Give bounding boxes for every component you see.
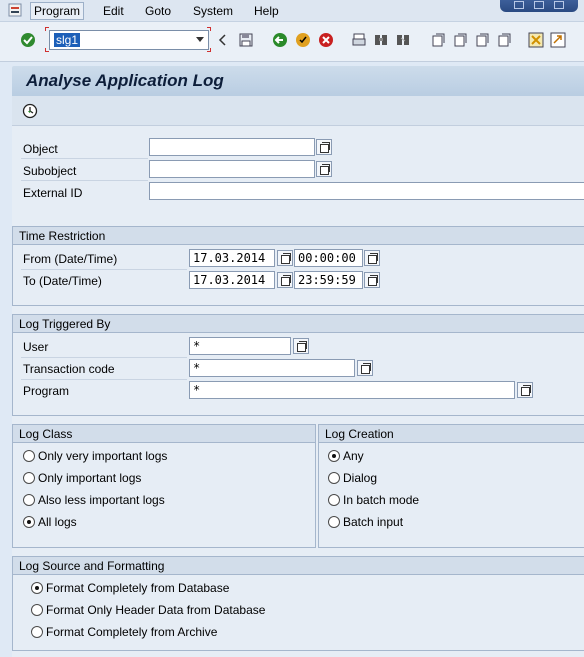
log-creation-radio-any[interactable] [328,450,340,462]
subobject-value-help-icon[interactable] [316,161,332,177]
execute-icon[interactable] [22,103,38,119]
log-triggered-by-group: Log Triggered By User * Transaction code… [12,314,584,416]
log-class-group: Log Class Only very important logs Only … [12,424,316,548]
log-creation-group: Log Creation Any Dialog In batch mode Ba… [318,424,584,548]
title-bar: Analyse Application Log [12,66,584,96]
page-title: Analyse Application Log [26,71,224,90]
user-value-help-icon[interactable] [293,338,309,354]
log-source-option-label: Format Only Header Data from Database [46,603,266,617]
from-time-field[interactable]: 00:00:00 [294,249,363,267]
last-page-icon[interactable] [496,32,512,48]
menu-edit[interactable]: Edit [100,3,127,19]
enter-icon[interactable] [20,32,36,48]
to-time-help-icon[interactable] [364,272,380,288]
find-next-icon[interactable] [395,32,411,48]
next-page-icon[interactable] [474,32,490,48]
menu-program[interactable]: Program [30,2,85,20]
subobject-label: Subobject [23,164,77,178]
log-source-group: Log Source and Formatting Format Complet… [12,556,584,651]
create-session-icon[interactable] [528,32,544,48]
log-class-option-label: Only very important logs [38,449,168,463]
log-creation-option-label: Batch input [343,515,404,529]
user-label: User [23,340,49,354]
log-creation-radio-batch-input[interactable] [328,516,340,528]
transaction-code-help-icon[interactable] [357,360,373,376]
shortcut-icon[interactable] [550,32,566,48]
sap-menu-icon[interactable] [8,3,22,17]
log-creation-title: Log Creation [325,427,394,441]
from-label: From (Date/Time) [23,252,118,266]
chevron-down-icon[interactable] [196,37,204,42]
command-field-value: slg1 [54,33,81,47]
to-date-help-icon[interactable] [277,272,293,288]
selection-screen: Object Subobject External ID Time Restri… [12,126,584,657]
log-source-radio-archive[interactable] [31,626,43,638]
menu-help[interactable]: Help [251,3,282,19]
from-time-help-icon[interactable] [364,250,380,266]
log-source-option-label: Format Completely from Archive [46,625,218,639]
menu-bar: Program Edit Goto System Help [0,0,584,22]
from-date-help-icon[interactable] [277,250,293,266]
log-class-option-label: Only important logs [38,471,142,485]
menu-goto[interactable]: Goto [142,3,174,19]
back-icon[interactable] [272,32,288,48]
log-class-radio-very-important[interactable] [23,450,35,462]
external-id-field[interactable] [149,182,584,200]
program-field[interactable]: * [189,381,515,399]
save-icon[interactable] [238,32,254,48]
object-value-help-icon[interactable] [316,139,332,155]
log-triggered-by-title: Log Triggered By [19,317,111,331]
subobject-field[interactable] [149,160,315,178]
find-icon[interactable] [373,32,389,48]
log-source-radio-header-only[interactable] [31,604,43,616]
to-label: To (Date/Time) [23,274,102,288]
log-class-radio-all[interactable] [23,516,35,528]
object-label: Object [23,142,58,156]
exit-icon[interactable] [295,32,311,48]
close-window-icon[interactable] [554,1,564,9]
standard-toolbar: slg1 [0,22,584,62]
log-source-title: Log Source and Formatting [19,559,165,573]
from-date-field[interactable]: 17.03.2014 [189,249,275,267]
maximize-icon[interactable] [534,1,544,9]
minimize-icon[interactable] [514,1,524,9]
transaction-code-label: Transaction code [23,362,115,376]
cancel-icon[interactable] [318,32,334,48]
log-class-option-label: All logs [38,515,77,529]
first-page-icon[interactable] [430,32,446,48]
time-restriction-group: Time Restriction From (Date/Time) 17.03.… [12,226,584,306]
to-time-field[interactable]: 23:59:59 [294,271,363,289]
log-source-option-label: Format Completely from Database [46,581,230,595]
log-class-radio-important[interactable] [23,472,35,484]
to-date-field[interactable]: 17.03.2014 [189,271,275,289]
program-label: Program [23,384,70,398]
window-controls [500,0,578,12]
log-creation-option-label: In batch mode [343,493,420,507]
previous-page-icon[interactable] [452,32,468,48]
application-toolbar [12,96,584,126]
print-icon[interactable] [351,32,367,48]
collapse-command-icon[interactable] [215,32,231,48]
menu-system[interactable]: System [190,3,236,19]
log-source-radio-database[interactable] [31,582,43,594]
time-restriction-title: Time Restriction [19,229,106,243]
user-field[interactable]: * [189,337,291,355]
transaction-code-field[interactable]: * [189,359,355,377]
log-creation-option-label: Dialog [343,471,378,485]
log-creation-radio-dialog[interactable] [328,472,340,484]
object-field[interactable] [149,138,315,156]
log-creation-radio-batch-mode[interactable] [328,494,340,506]
program-value-help-icon[interactable] [517,382,533,398]
command-field[interactable]: slg1 [49,30,209,50]
log-creation-option-label: Any [343,449,364,463]
log-class-title: Log Class [19,427,73,441]
log-class-option-label: Also less important logs [38,493,165,507]
log-class-radio-less-important[interactable] [23,494,35,506]
external-id-label: External ID [23,186,83,200]
